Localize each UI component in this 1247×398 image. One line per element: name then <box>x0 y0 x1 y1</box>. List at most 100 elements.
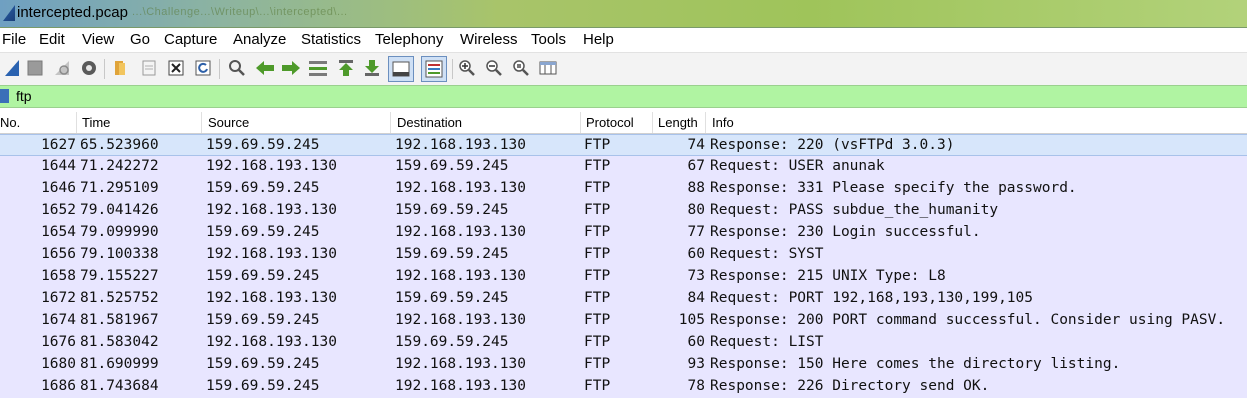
go-to-packet-icon[interactable] <box>308 58 328 78</box>
reload-icon[interactable] <box>193 58 213 78</box>
packet-row[interactable]: 1654 79.099990 159.69.59.245 192.168.193… <box>0 222 1247 244</box>
menu-go[interactable]: Go <box>130 31 150 48</box>
packet-time: 81.690999 <box>80 356 159 372</box>
back-icon[interactable] <box>255 58 275 78</box>
packet-no: 1646 <box>41 180 76 196</box>
column-header-destination[interactable]: Destination <box>397 115 462 130</box>
toolbar-separator <box>219 59 220 79</box>
packet-destination: 192.168.193.130 <box>395 356 526 372</box>
menu-edit[interactable]: Edit <box>39 31 65 48</box>
column-divider[interactable] <box>652 112 653 133</box>
menu-analyze[interactable]: Analyze <box>233 31 286 48</box>
menu-telephony[interactable]: Telephony <box>375 31 443 48</box>
find-packet-icon[interactable] <box>227 58 247 78</box>
menu-capture[interactable]: Capture <box>164 31 217 48</box>
close-file-icon[interactable] <box>166 58 186 78</box>
packet-time: 79.099990 <box>80 224 159 240</box>
packet-row[interactable]: 1680 81.690999 159.69.59.245 192.168.193… <box>0 354 1247 376</box>
packet-source: 159.69.59.245 <box>206 312 320 328</box>
wireshark-app-icon <box>3 5 15 21</box>
colorize-icon[interactable] <box>421 56 447 82</box>
packet-row[interactable]: 1674 81.581967 159.69.59.245 192.168.193… <box>0 310 1247 332</box>
packet-destination: 192.168.193.130 <box>395 378 526 394</box>
packet-protocol: FTP <box>584 378 611 394</box>
auto-scroll-icon[interactable] <box>388 56 414 82</box>
packet-source: 192.168.193.130 <box>206 290 337 306</box>
column-divider[interactable] <box>201 112 202 133</box>
packet-no: 1686 <box>41 378 76 394</box>
stop-icon[interactable] <box>25 58 45 78</box>
packet-protocol: FTP <box>584 158 611 174</box>
resize-columns-icon[interactable] <box>538 58 558 78</box>
column-divider[interactable] <box>390 112 391 133</box>
packet-row[interactable]: 1686 81.743684 159.69.59.245 192.168.193… <box>0 376 1247 398</box>
packet-info: Response: 215 UNIX Type: L8 <box>710 268 946 284</box>
packet-source: 159.69.59.245 <box>206 268 320 284</box>
open-file-icon[interactable] <box>111 58 131 78</box>
restart-icon[interactable] <box>52 58 72 78</box>
last-packet-icon[interactable] <box>362 58 382 78</box>
menu-statistics[interactable]: Statistics <box>301 31 361 48</box>
menu-wireless[interactable]: Wireless <box>460 31 518 48</box>
column-header-source[interactable]: Source <box>208 115 249 130</box>
menu-view[interactable]: View <box>82 31 114 48</box>
save-file-icon[interactable] <box>139 58 159 78</box>
menu-help[interactable]: Help <box>583 31 614 48</box>
zoom-out-icon[interactable] <box>484 58 504 78</box>
shark-fin-start-icon[interactable] <box>2 58 22 78</box>
column-divider[interactable] <box>580 112 581 133</box>
packet-time: 81.583042 <box>80 334 159 350</box>
packet-list-header: No. Time Source Destination Protocol Len… <box>0 112 1247 134</box>
packet-destination: 159.69.59.245 <box>395 246 509 262</box>
packet-destination: 159.69.59.245 <box>395 334 509 350</box>
window-title-path: ...\Challenge...\Writeup\...\intercepted… <box>132 6 348 18</box>
packet-row[interactable]: 1646 71.295109 159.69.59.245 192.168.193… <box>0 178 1247 200</box>
packet-row[interactable]: 1652 79.041426 192.168.193.130 159.69.59… <box>0 200 1247 222</box>
normal-size-icon[interactable] <box>511 58 531 78</box>
column-divider[interactable] <box>705 112 706 133</box>
menu-file[interactable]: File <box>2 31 26 48</box>
packet-destination: 192.168.193.130 <box>395 268 526 284</box>
packet-source: 159.69.59.245 <box>206 356 320 372</box>
packet-protocol: FTP <box>584 137 611 153</box>
packet-no: 1674 <box>41 312 76 328</box>
packet-protocol: FTP <box>584 312 611 328</box>
packet-protocol: FTP <box>584 180 611 196</box>
packet-info: Request: PORT 192,168,193,130,199,105 <box>710 290 1034 306</box>
filter-bookmark-icon[interactable] <box>0 89 9 103</box>
packet-destination: 159.69.59.245 <box>395 202 509 218</box>
packet-length: 93 <box>687 356 705 372</box>
packet-protocol: FTP <box>584 334 611 350</box>
capture-options-icon[interactable] <box>79 58 99 78</box>
column-header-protocol[interactable]: Protocol <box>586 115 634 130</box>
packet-row[interactable]: 1627 65.523960 159.69.59.245 192.168.193… <box>0 134 1247 156</box>
packet-row[interactable]: 1672 81.525752 192.168.193.130 159.69.59… <box>0 288 1247 310</box>
packet-source: 159.69.59.245 <box>206 224 320 240</box>
packet-time: 81.581967 <box>80 312 159 328</box>
column-header-time[interactable]: Time <box>82 115 110 130</box>
display-filter-bar[interactable]: ftp <box>0 85 1247 108</box>
display-filter-input[interactable]: ftp <box>16 88 32 104</box>
packet-source: 159.69.59.245 <box>206 137 320 153</box>
packet-destination: 159.69.59.245 <box>395 158 509 174</box>
column-divider[interactable] <box>76 112 77 133</box>
packet-row[interactable]: 1656 79.100338 192.168.193.130 159.69.59… <box>0 244 1247 266</box>
packet-length: 74 <box>687 137 705 153</box>
column-header-length[interactable]: Length <box>658 115 698 130</box>
packet-row[interactable]: 1644 71.242272 192.168.193.130 159.69.59… <box>0 156 1247 178</box>
column-header-no[interactable]: No. <box>0 115 20 130</box>
packet-no: 1654 <box>41 224 76 240</box>
menu-tools[interactable]: Tools <box>531 31 566 48</box>
first-packet-icon[interactable] <box>336 58 356 78</box>
packet-destination: 192.168.193.130 <box>395 180 526 196</box>
column-header-info[interactable]: Info <box>712 115 734 130</box>
packet-destination: 159.69.59.245 <box>395 290 509 306</box>
packet-row[interactable]: 1658 79.155227 159.69.59.245 192.168.193… <box>0 266 1247 288</box>
title-bar[interactable]: intercepted.pcap ...\Challenge...\Writeu… <box>0 0 1247 28</box>
forward-icon[interactable] <box>281 58 301 78</box>
packet-row[interactable]: 1676 81.583042 192.168.193.130 159.69.59… <box>0 332 1247 354</box>
packet-protocol: FTP <box>584 290 611 306</box>
packet-no: 1676 <box>41 334 76 350</box>
zoom-in-icon[interactable] <box>457 58 477 78</box>
packet-source: 192.168.193.130 <box>206 158 337 174</box>
